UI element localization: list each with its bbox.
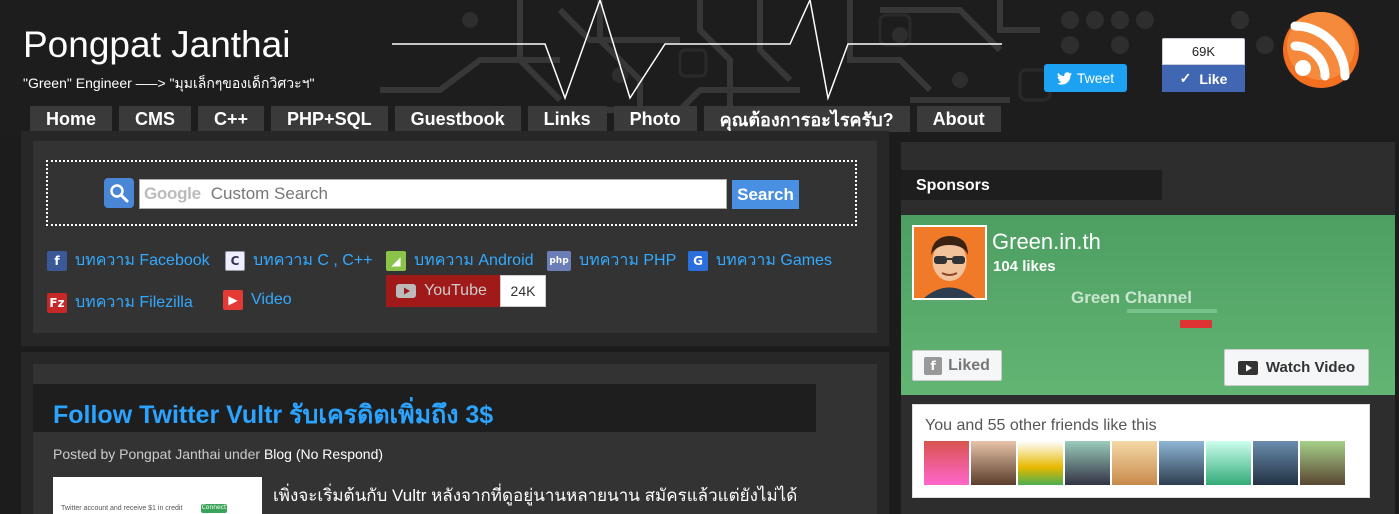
main-nav: Home CMS C++ PHP+SQL Guestbook Links Pho… <box>30 106 1001 132</box>
friend-avatar[interactable] <box>1112 441 1157 485</box>
search-icon <box>104 178 134 208</box>
category-link-video[interactable]: ▶ Video <box>223 290 292 310</box>
twitter-bird-icon <box>1056 71 1072 85</box>
category-link-games[interactable]: G บทความ Games <box>688 248 832 273</box>
post-title[interactable]: Follow Twitter Vultr รับเครดิตเพิ่มถึง 3… <box>53 395 493 435</box>
post-thumbnail-badge: Connect <box>201 504 227 513</box>
nav-item-cms[interactable]: CMS <box>119 106 192 132</box>
nav-item-links[interactable]: Links <box>527 106 607 132</box>
cover-channel-url <box>1127 309 1217 313</box>
facebook-like-widget: 69K ✓ Like <box>1162 38 1245 92</box>
post-meta: Posted by Pongpat Janthai under Blog (No… <box>53 446 383 462</box>
post-thumbnail-text: Twitter account and receive $1 in credit <box>61 505 183 512</box>
android-icon: ◢ <box>386 250 406 271</box>
tweet-button[interactable]: Tweet <box>1044 64 1127 92</box>
friends-like-text: You and 55 other friends like this <box>925 417 1157 434</box>
facebook-icon: f <box>47 250 67 271</box>
like-count: 69K <box>1162 38 1245 65</box>
avatar-illustration <box>914 227 985 298</box>
friend-avatar[interactable] <box>1300 441 1345 485</box>
nav-item-php-sql[interactable]: PHP+SQL <box>271 106 388 132</box>
cover-subscribe-badge <box>1180 320 1212 328</box>
friend-avatar[interactable] <box>971 441 1016 485</box>
friend-avatar[interactable] <box>1065 441 1110 485</box>
facebook-like-button[interactable]: ✓ Like <box>1162 65 1245 92</box>
youtube-label: YouTube <box>424 282 487 299</box>
watch-video-button[interactable]: Watch Video <box>1224 349 1369 386</box>
post-category-link[interactable]: Blog <box>264 446 292 462</box>
category-link-android[interactable]: ◢ บทความ Android <box>386 248 534 273</box>
youtube-subscriber-count: 24K <box>500 275 546 307</box>
post-excerpt: เพิ่งจะเริ่มต้นกับ Vultr หลังจากที่ดูอยู… <box>273 486 798 505</box>
site-subtitle: "Green" Engineer —–> "มุมเล็กๆของเด็กวิศ… <box>23 75 315 91</box>
post-comments-link[interactable]: (No Respond) <box>296 446 383 462</box>
site-title[interactable]: Pongpat Janthai <box>23 24 290 66</box>
category-label: บทความ PHP <box>579 252 677 269</box>
youtube-subscribe-button[interactable]: YouTube <box>386 275 500 307</box>
liked-label: Liked <box>948 356 990 374</box>
category-label: บทความ Games <box>716 252 832 269</box>
search-placeholder: Custom Search <box>210 184 328 203</box>
like-label: Like <box>1199 70 1228 87</box>
nav-item-home[interactable]: Home <box>30 106 113 132</box>
video-play-icon <box>1237 360 1258 375</box>
liked-button[interactable]: f Liked <box>912 350 1002 381</box>
search-input[interactable]: Google Custom Search <box>139 179 727 209</box>
post-meta-author: Posted by Pongpat Janthai under <box>53 446 261 462</box>
watch-video-label: Watch Video <box>1265 359 1356 376</box>
category-link-facebook[interactable]: f บทความ Facebook <box>47 248 210 273</box>
category-label: บทความ Android <box>414 252 534 269</box>
facebook-icon: f <box>924 356 943 375</box>
category-link-c-cpp[interactable]: C บทความ C , C++ <box>225 248 373 273</box>
youtube-play-icon <box>396 284 416 298</box>
nav-item-photo[interactable]: Photo <box>613 106 697 132</box>
nav-item-guestbook[interactable]: Guestbook <box>394 106 521 132</box>
category-link-php[interactable]: php บทความ PHP <box>547 248 676 273</box>
category-label: บทความ Filezilla <box>75 294 193 311</box>
cover-channel-name: Green Channel <box>1071 288 1192 307</box>
tweet-label: Tweet <box>1076 70 1115 86</box>
category-label: Video <box>251 291 292 308</box>
facebook-page-name[interactable]: Green.in.th <box>992 229 1101 255</box>
friends-avatars <box>924 441 1345 485</box>
category-label: บทความ C , C++ <box>253 252 373 269</box>
post-thumbnail[interactable]: Twitter account and receive $1 in credit… <box>53 477 262 514</box>
youtube-subscribe-widget: YouTube 24K <box>386 275 546 307</box>
facebook-page-likes: 104 likes <box>993 258 1056 275</box>
category-link-filezilla[interactable]: Fz บทความ Filezilla <box>47 290 193 315</box>
php-icon: php <box>547 250 571 271</box>
friend-avatar[interactable] <box>1206 441 1251 485</box>
page-avatar[interactable] <box>912 225 987 300</box>
rss-feed-icon[interactable] <box>1281 10 1361 90</box>
friend-avatar[interactable] <box>1018 441 1063 485</box>
nav-item-request[interactable]: คุณต้องการอะไรครับ? <box>703 106 910 132</box>
sponsors-label: Sponsors <box>916 177 990 194</box>
video-icon: ▶ <box>223 290 243 310</box>
c-file-icon: C <box>225 250 245 271</box>
nav-item-about[interactable]: About <box>916 106 1001 132</box>
search-button[interactable]: Search <box>732 180 799 209</box>
google-brand-text: Google <box>144 184 201 203</box>
friend-avatar[interactable] <box>1159 441 1204 485</box>
category-label: บทความ Facebook <box>75 252 210 269</box>
games-icon: G <box>688 250 708 271</box>
filezilla-icon: Fz <box>47 292 67 313</box>
checkmark-icon: ✓ <box>1179 70 1192 86</box>
friend-avatar[interactable] <box>1253 441 1298 485</box>
friend-avatar[interactable] <box>924 441 969 485</box>
nav-item-cpp[interactable]: C++ <box>198 106 265 132</box>
